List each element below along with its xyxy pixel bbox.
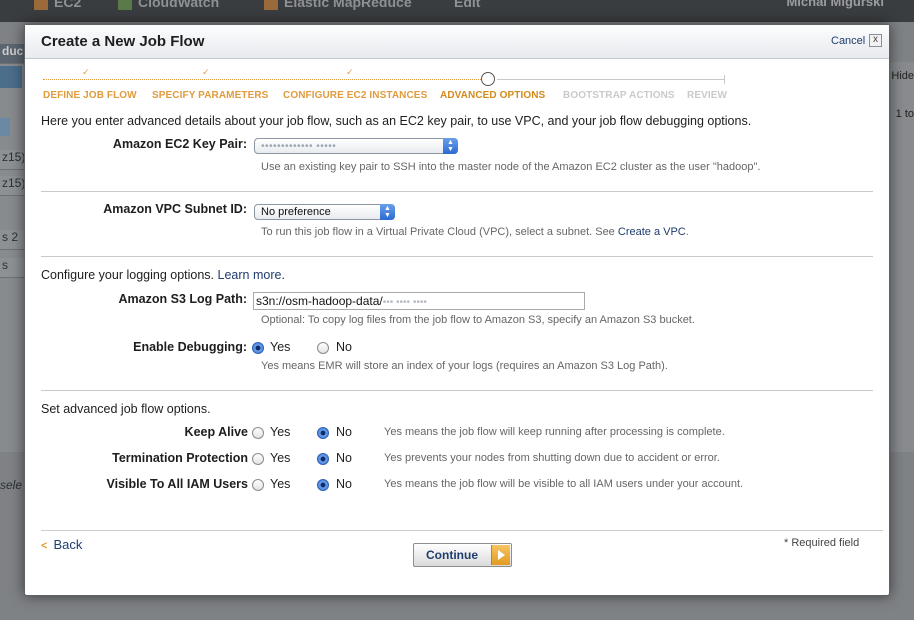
intro-text: Here you enter advanced details about yo…: [41, 114, 752, 128]
s3-log-path-label: Amazon S3 Log Path:: [118, 292, 247, 306]
visible-to-iam-help: Yes means the job flow will be visible t…: [384, 478, 744, 490]
bg-selected-text: sele: [0, 478, 23, 492]
termination-protection-yes-radio[interactable]: [252, 453, 264, 465]
visible-to-iam-no-radio[interactable]: [317, 479, 329, 491]
keep-alive-label: Keep Alive: [184, 425, 248, 439]
footer-divider: [41, 530, 883, 531]
progress-line-done: [43, 79, 483, 80]
debugging-no-radio[interactable]: [317, 342, 329, 354]
s3-log-path-value: s3n://osm-hadoop-data/: [256, 294, 383, 308]
visible-to-iam-yes-label: Yes: [270, 477, 291, 491]
required-field-note: * Required field: [784, 537, 860, 549]
bg-row: s 2: [0, 230, 24, 250]
dialog-title: Create a New Job Flow: [41, 33, 205, 50]
bg-panel-title: duc: [0, 44, 24, 64]
visible-to-iam-yes-radio[interactable]: [252, 479, 264, 491]
step-advanced-options: ADVANCED OPTIONS: [440, 90, 546, 101]
bg-hide-link: Hide: [891, 70, 914, 82]
keep-alive-help: Yes means the job flow will keep running…: [384, 426, 725, 438]
divider: [41, 191, 873, 192]
progress-end-tick: [724, 75, 725, 84]
vpc-subnet-value: No preference: [261, 206, 331, 218]
step-check-icon: ✓: [202, 67, 210, 77]
vpc-subnet-select[interactable]: No preference ▲ ▼: [254, 204, 395, 220]
create-job-flow-dialog: Create a New Job Flow Cancel x ✓ ✓ ✓ DEF…: [24, 24, 890, 596]
keep-alive-yes-label: Yes: [270, 425, 291, 439]
bg-row: z15): [0, 176, 24, 196]
cloudwatch-icon: [118, 0, 132, 11]
step-check-icon: ✓: [346, 67, 354, 77]
debugging-yes-radio[interactable]: [252, 342, 264, 354]
termination-protection-yes-label: Yes: [270, 451, 291, 465]
s3-log-path-help: Optional: To copy log files from the job…: [261, 314, 695, 326]
keep-alive-no-label: No: [336, 425, 352, 439]
termination-protection-label: Termination Protection: [112, 451, 248, 465]
vpc-help-text: To run this job flow in a Virtual Privat…: [261, 226, 615, 238]
chevron-updown-icon: ▲ ▼: [443, 138, 458, 154]
chevron-left-icon: <: [41, 540, 48, 552]
back-button[interactable]: < Back: [41, 537, 82, 552]
s3-log-path-input[interactable]: s3n://osm-hadoop-data/••• •••• ••••: [253, 292, 585, 310]
enable-debugging-label: Enable Debugging:: [133, 340, 247, 354]
termination-protection-no-label: No: [336, 451, 352, 465]
learn-more-link[interactable]: Learn more: [218, 268, 282, 282]
console-top-nav: EC2 CloudWatch Elastic MapReduce Edit Mi…: [0, 0, 914, 23]
debugging-no-label: No: [336, 340, 352, 354]
continue-label: Continue: [426, 548, 478, 562]
step-define-job-flow: DEFINE JOB FLOW: [43, 90, 137, 101]
bg-toolbar-button: [0, 66, 22, 88]
bg-tab-edit: Edit: [454, 0, 481, 10]
logging-intro-text: Configure your logging options.: [41, 268, 215, 282]
logging-intro-end: .: [281, 268, 285, 282]
bg-tab-emr: Elastic MapReduce: [264, 0, 412, 14]
debugging-yes-label: Yes: [270, 340, 291, 354]
bg-row: z15): [0, 150, 24, 170]
divider: [41, 390, 873, 391]
termination-protection-help: Yes prevents your nodes from shutting do…: [384, 452, 720, 464]
create-vpc-link[interactable]: Create a VPC: [618, 226, 686, 238]
debugging-help: Yes means EMR will store an index of you…: [261, 360, 668, 372]
termination-protection-no-radio[interactable]: [317, 453, 329, 465]
divider: [41, 256, 873, 257]
bg-tab-cloudwatch: CloudWatch: [118, 0, 219, 14]
arrow-right-icon: [491, 545, 510, 565]
keep-alive-yes-radio[interactable]: [252, 427, 264, 439]
emr-icon: [264, 0, 278, 11]
key-pair-label: Amazon EC2 Key Pair:: [112, 137, 247, 151]
vpc-subnet-label: Amazon VPC Subnet ID:: [103, 202, 247, 216]
dialog-header: Create a New Job Flow Cancel x: [25, 25, 889, 59]
step-check-icon: ✓: [82, 67, 90, 77]
close-icon[interactable]: x: [869, 34, 882, 47]
keep-alive-no-radio[interactable]: [317, 427, 329, 439]
step-review: REVIEW: [687, 90, 728, 101]
bg-row: s: [0, 258, 24, 278]
bg-user-name: Michal Migurski: [786, 0, 884, 9]
s3-log-path-redacted: ••• •••• ••••: [382, 297, 427, 308]
bg-pagination: 1 to: [895, 108, 914, 120]
vpc-help: To run this job flow in a Virtual Privat…: [261, 226, 689, 238]
step-bootstrap-actions: BOOTSTRAP ACTIONS: [563, 90, 675, 101]
progress-line-todo: [497, 79, 725, 80]
visible-to-iam-no-label: No: [336, 477, 352, 491]
visible-to-iam-label: Visible To All IAM Users: [106, 477, 248, 491]
step-specify-parameters: SPECIFY PARAMETERS: [152, 90, 269, 101]
chevron-updown-icon: ▲ ▼: [380, 204, 395, 220]
key-pair-help: Use an existing key pair to SSH into the…: [261, 161, 761, 173]
logging-intro: Configure your logging options. Learn mo…: [41, 268, 285, 282]
step-configure-ec2: CONFIGURE EC2 INSTANCES: [283, 90, 428, 101]
advanced-intro: Set advanced job flow options.: [41, 402, 211, 416]
key-pair-value: ••••••••••••• •••••: [261, 141, 337, 152]
cancel-link[interactable]: Cancel: [831, 35, 865, 47]
ec2-icon: [34, 0, 48, 11]
bg-tab-ec2: EC2: [34, 0, 81, 14]
key-pair-select[interactable]: ••••••••••••• ••••• ▲ ▼: [254, 138, 458, 154]
back-label: Back: [53, 537, 83, 552]
continue-button[interactable]: Continue: [413, 543, 512, 567]
vpc-help-end: .: [685, 226, 689, 238]
bg-selector: [0, 118, 10, 136]
current-step-marker: [481, 72, 495, 86]
